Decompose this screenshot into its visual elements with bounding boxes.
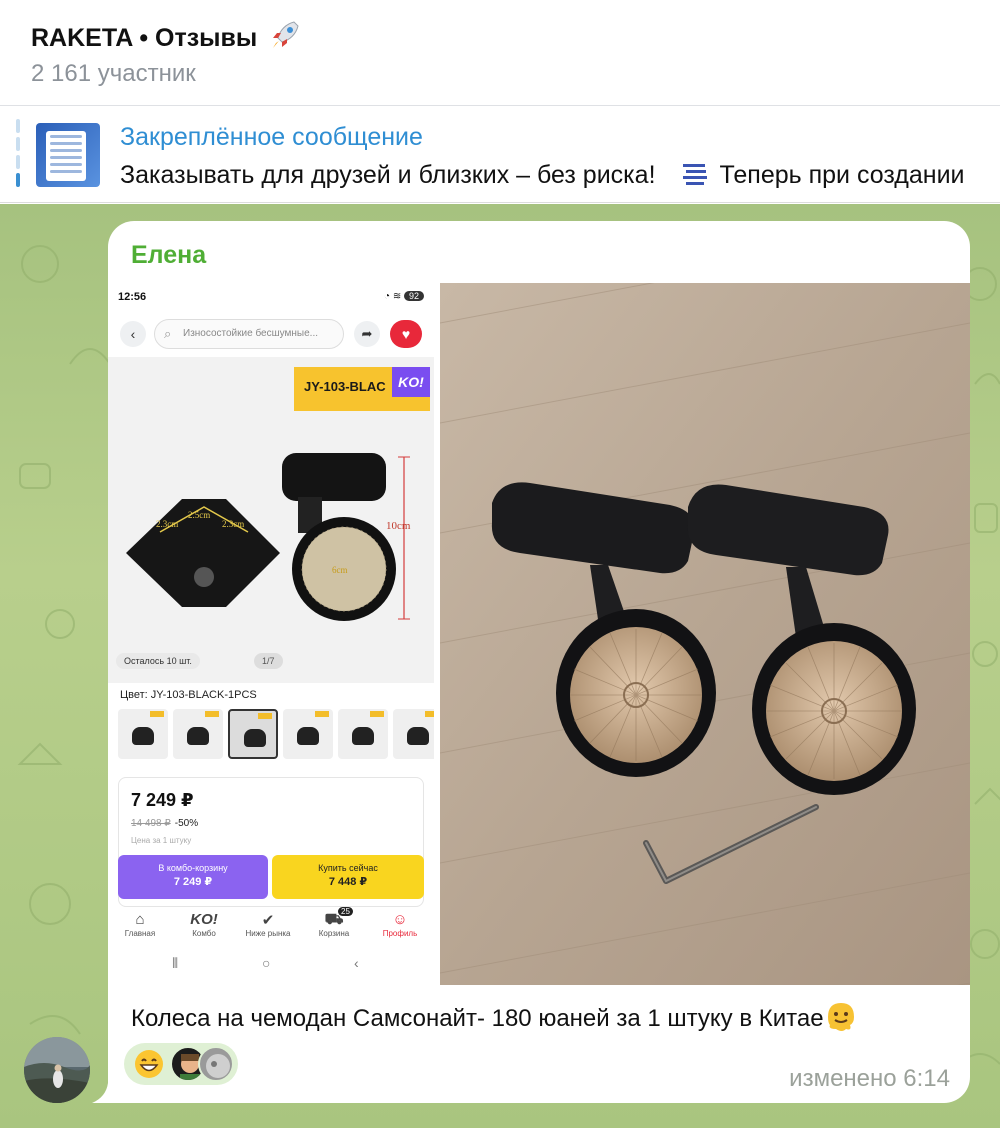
svg-text:2.3cm: 2.3cm: [156, 519, 178, 529]
chat-header[interactable]: RAKETA • Отзывы 2 161 участник: [0, 0, 1000, 106]
badge-check-icon: ✔ Ниже рынка: [245, 912, 291, 938]
recents-icon: ⦀: [172, 955, 179, 971]
product-tag: JY-103-BLAC KO!: [294, 367, 430, 411]
rocket-icon: [273, 21, 299, 48]
home-icon: ⌂ Главная: [124, 911, 156, 938]
phone-status-icons: ◔ ≋ 92: [384, 291, 424, 302]
product-gallery: JY-103-BLAC KO! 2.3cm 2.5cm 2.3cm 6cm 10…: [108, 357, 434, 683]
svg-text:6cm: 6cm: [332, 565, 348, 575]
chat-title[interactable]: RAKETA • Отзывы: [31, 18, 302, 53]
system-nav-bar: ⦀ ○ ‹: [108, 955, 434, 979]
pinned-title: Закреплённое сообщение: [120, 123, 423, 151]
battery-icon: 92: [403, 291, 424, 301]
sender-name[interactable]: Елена: [131, 241, 206, 270]
system-back-icon: ‹: [354, 955, 359, 971]
sender-avatar[interactable]: [24, 1037, 90, 1103]
reaction-chip[interactable]: [124, 1043, 238, 1085]
pinned-message-bar[interactable]: Закреплённое сообщение Заказывать для др…: [0, 107, 1000, 203]
svg-text:2.3cm: 2.3cm: [222, 519, 244, 529]
message-time: изменено 6:14: [789, 1065, 950, 1092]
color-label: Цвет: JY-103-BLACK-1PCS: [120, 689, 257, 701]
grinning-face-icon: [135, 1050, 163, 1078]
message-caption: Колеса на чемодан Самсонайт- 180 юаней з…: [131, 999, 858, 1033]
message-bubble[interactable]: Елена 12:56 ◔ ≋ 92 ‹ ⌕ Износостойкие бес…: [108, 221, 970, 1103]
wheels-photo-image[interactable]: [440, 283, 970, 985]
unit-label: Цена за 1 штуку: [131, 836, 192, 845]
search-icon: ⌕: [164, 326, 172, 341]
member-count: 2 161 участник: [31, 60, 196, 87]
reactor-avatar-2: [198, 1046, 234, 1082]
variant-thumbnails: [118, 709, 434, 761]
profile-icon: ☺ Профиль: [382, 911, 418, 938]
chat-title-text: RAKETA • Отзывы: [31, 24, 258, 52]
pinned-thumbnail: [36, 123, 100, 187]
product-screenshot-image[interactable]: 12:56 ◔ ≋ 92 ‹ ⌕ Износостойкие бесшумные…: [108, 283, 434, 985]
heart-icon: ♥: [390, 320, 422, 348]
price: 7 249 ₽: [131, 790, 194, 810]
buy-now-button: Купить сейчас 7 448 ₽: [272, 855, 424, 899]
back-icon: ‹: [120, 321, 146, 347]
old-price: 14 498 ₽ -50%: [131, 818, 199, 829]
melting-face-icon: [827, 1003, 854, 1031]
cart-icon: ⛟ 25 Корзина: [304, 907, 364, 938]
svg-text:2.5cm: 2.5cm: [188, 510, 210, 520]
stock-badge: Осталось 10 шт.: [116, 653, 200, 669]
phone-bottom-nav: ⌂ Главная KO! Комбо ✔ Ниже рынка ⛟ 25 Корзина…: [108, 907, 434, 947]
share-icon: ➦: [354, 321, 380, 347]
phone-search-bar: ⌕ Износостойкие бесшумные...: [154, 319, 344, 349]
gallery-counter: 1/7: [254, 653, 283, 669]
pinned-indicator: [16, 119, 20, 191]
phone-status-time: 12:56: [118, 291, 147, 303]
memo-lines-icon: [682, 164, 707, 185]
svg-text:10cm: 10cm: [386, 520, 411, 532]
home-circle-icon: ○: [262, 955, 271, 971]
combo-icon: KO! Комбо: [190, 911, 218, 938]
pinned-text: Заказывать для друзей и близких – без ри…: [120, 161, 965, 189]
combo-cart-button: В комбо-корзину 7 249 ₽: [118, 855, 268, 899]
